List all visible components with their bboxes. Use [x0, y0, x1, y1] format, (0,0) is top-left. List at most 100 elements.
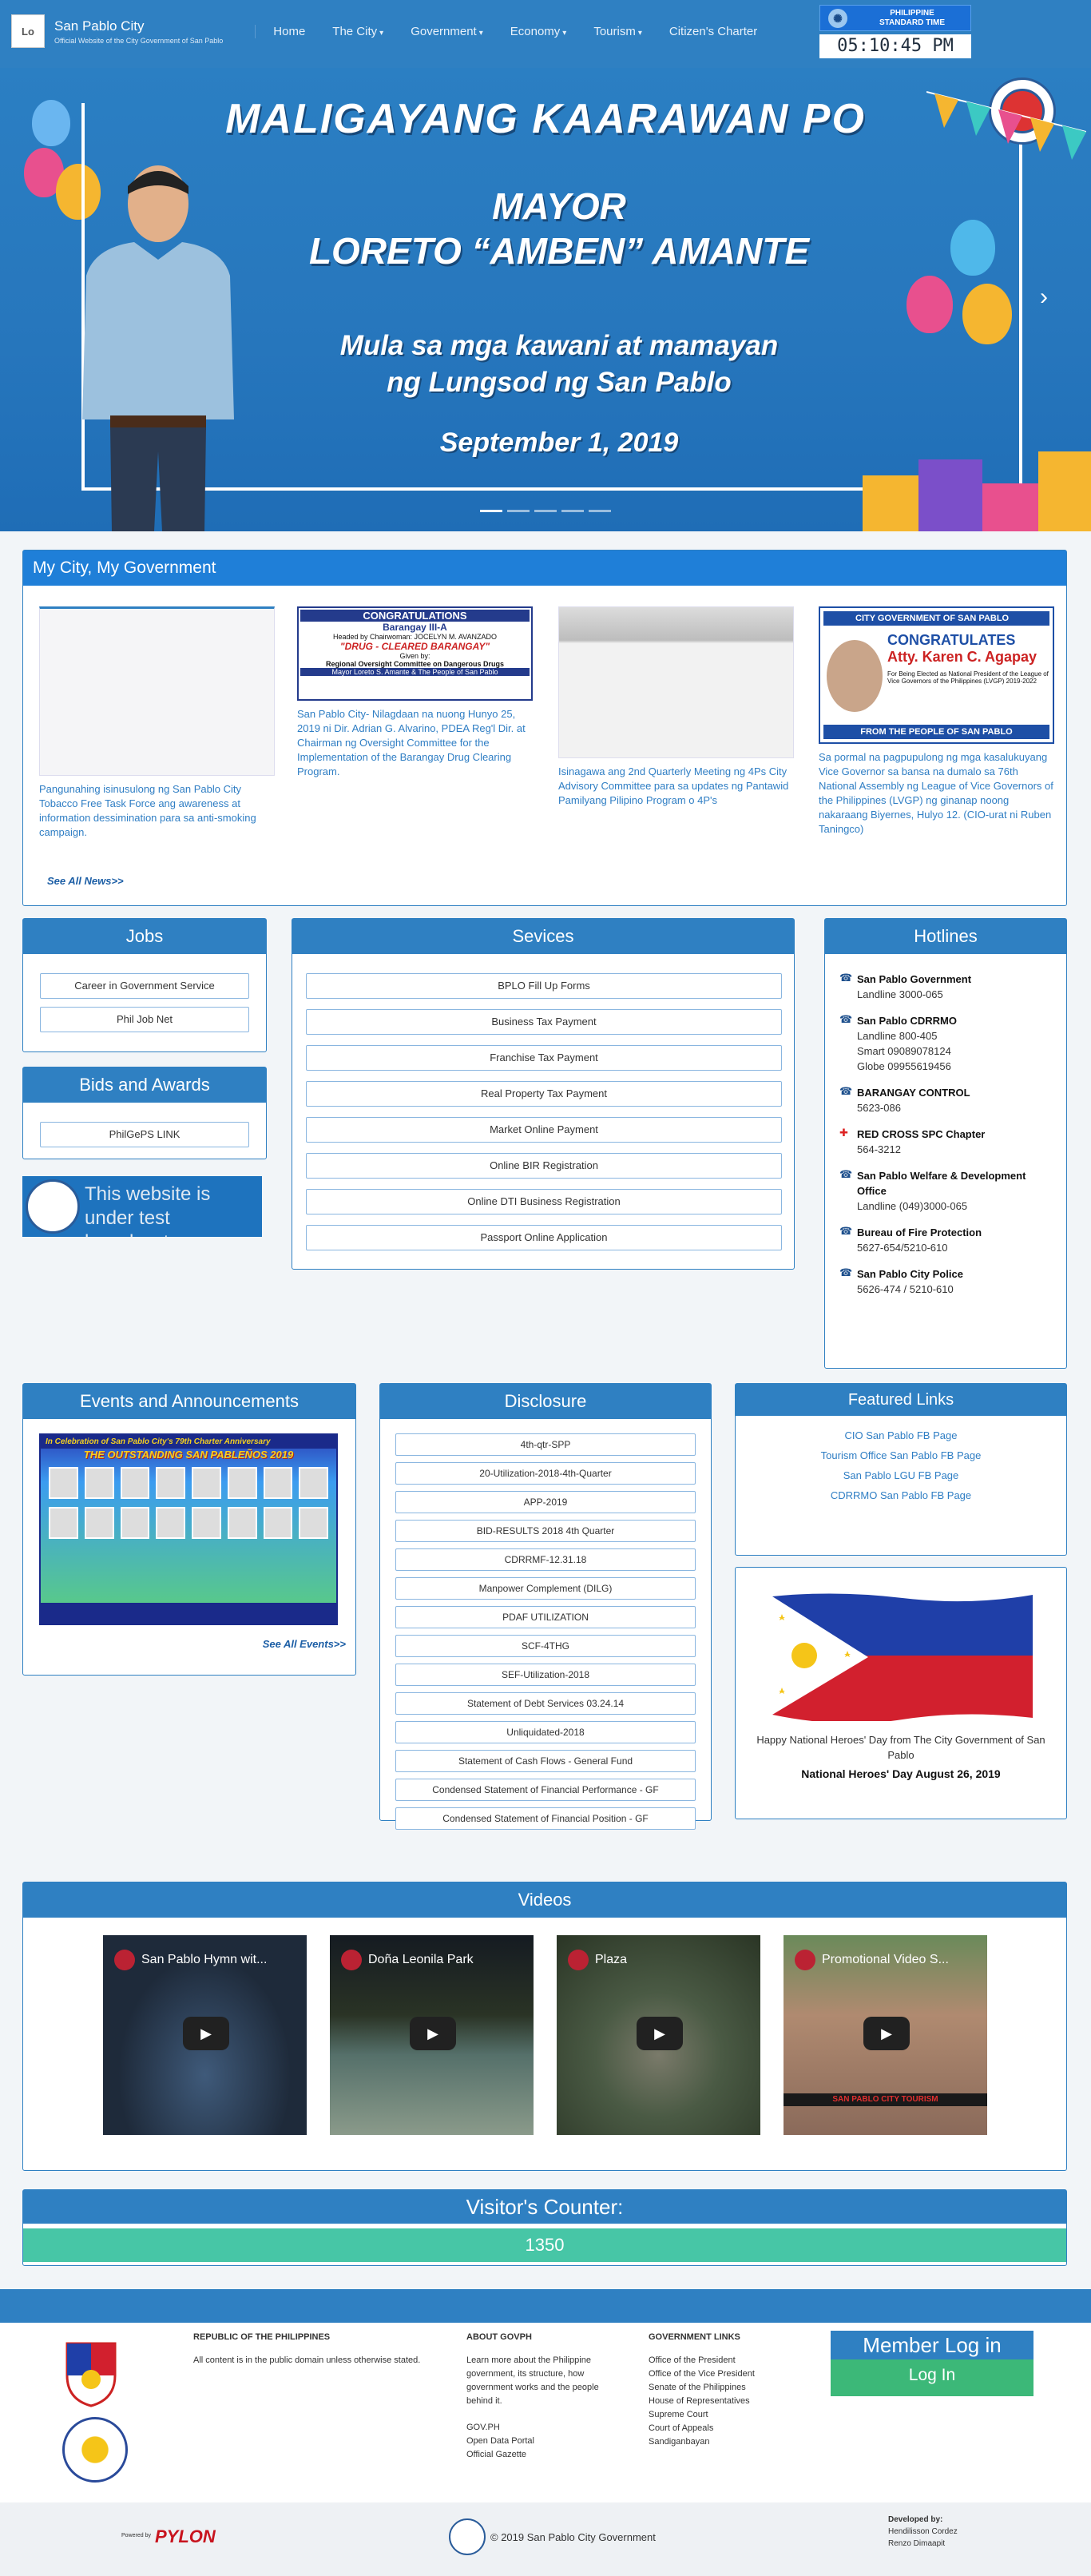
- see-all-news-link[interactable]: See All News>>: [47, 875, 124, 887]
- news-text[interactable]: Sa pormal na pagpupulong ng mga kasaluku…: [819, 750, 1054, 837]
- service-link[interactable]: Business Tax Payment: [306, 1009, 782, 1035]
- featured-link[interactable]: San Pablo LGU FB Page: [843, 1469, 959, 1481]
- news-image[interactable]: [39, 606, 275, 776]
- hotline-number[interactable]: Landline (049)3000-065: [857, 1200, 967, 1212]
- disclosure-link[interactable]: PDAF UTILIZATION: [395, 1606, 696, 1628]
- pst-badge[interactable]: ✺ PHILIPPINE STANDARD TIME: [819, 5, 971, 31]
- news-image[interactable]: CITY GOVERNMENT OF SAN PABLO CONGRATULAT…: [819, 606, 1054, 744]
- service-link[interactable]: Passport Online Application: [306, 1225, 782, 1250]
- featured-link[interactable]: Tourism Office San Pablo FB Page: [821, 1449, 982, 1461]
- pylon-logo[interactable]: PYLON: [155, 2526, 216, 2547]
- featured-link[interactable]: CIO San Pablo FB Page: [845, 1429, 958, 1441]
- disclosure-link[interactable]: 20-Utilization-2018-4th-Quarter: [395, 1462, 696, 1485]
- service-link[interactable]: Market Online Payment: [306, 1117, 782, 1143]
- footer-link[interactable]: Sandiganbayan: [649, 2437, 709, 2447]
- red-cross-icon: ✚: [839, 1127, 848, 1139]
- menu-economy[interactable]: Economy ▾: [510, 25, 567, 38]
- hero-carousel[interactable]: MALIGAYANG KAARAWAN PO MAYOR LORETO “AMBE…: [0, 68, 1091, 531]
- footer-link[interactable]: Open Data Portal: [466, 2436, 534, 2446]
- news-text[interactable]: Pangunahing isinusulong ng San Pablo Cit…: [39, 782, 275, 840]
- featured-link[interactable]: CDRRMO San Pablo FB Page: [831, 1489, 971, 1501]
- hotline-number[interactable]: Landline 800-405: [857, 1030, 937, 1042]
- carousel-dot[interactable]: [507, 510, 530, 512]
- disclosure-link[interactable]: Statement of Debt Services 03.24.14: [395, 1692, 696, 1715]
- philgeps-link[interactable]: PhilGePS LINK: [40, 1122, 249, 1147]
- hotline-number[interactable]: Landline 3000-065: [857, 988, 943, 1000]
- video-title-text: San Pablo Hymn wit...: [141, 1953, 268, 1966]
- footer-link[interactable]: Official Gazette: [466, 2450, 526, 2459]
- disclosure-link[interactable]: SCF-4THG: [395, 1635, 696, 1657]
- play-icon[interactable]: ▶: [863, 2017, 910, 2050]
- menu-home[interactable]: Home: [273, 25, 305, 38]
- carousel-dot[interactable]: [480, 510, 502, 512]
- video-title: Promotional Video S...: [795, 1950, 949, 1970]
- news-image[interactable]: [558, 606, 794, 758]
- footer-link[interactable]: Office of the Vice President: [649, 2369, 755, 2379]
- carousel-dot[interactable]: [589, 510, 611, 512]
- service-link[interactable]: Franchise Tax Payment: [306, 1045, 782, 1071]
- service-link[interactable]: Online DTI Business Registration: [306, 1189, 782, 1214]
- play-icon[interactable]: ▶: [410, 2017, 456, 2050]
- news-text[interactable]: San Pablo City- Nilagdaan na nuong Hunyo…: [297, 707, 533, 779]
- carousel-next-icon[interactable]: ›: [1040, 284, 1048, 311]
- footer-link[interactable]: Supreme Court: [649, 2410, 708, 2419]
- hotline-number[interactable]: Smart 09089078124: [857, 1045, 951, 1057]
- news-card[interactable]: Isinagawa ang 2nd Quarterly Meeting ng 4…: [558, 606, 794, 808]
- news-image[interactable]: CONGRATULATIONS Barangay III-A Headed by…: [297, 606, 533, 701]
- disclosure-link[interactable]: Condensed Statement of Financial Perform…: [395, 1779, 696, 1801]
- carousel-dot[interactable]: [561, 510, 584, 512]
- play-icon[interactable]: ▶: [183, 2017, 229, 2050]
- video-thumbnail[interactable]: San Pablo Hymn wit... ▶: [103, 1935, 307, 2135]
- events-poster-image[interactable]: In Celebration of San Pablo City's 79th …: [39, 1433, 338, 1625]
- disclosure-link[interactable]: SEF-Utilization-2018: [395, 1664, 696, 1686]
- disclosure-link[interactable]: Condensed Statement of Financial Positio…: [395, 1807, 696, 1830]
- honoree-photo: [263, 1507, 293, 1539]
- menu-tourism[interactable]: Tourism ▾: [593, 25, 642, 38]
- hotline-number[interactable]: Globe 09955619456: [857, 1060, 951, 1072]
- news-card[interactable]: CONGRATULATIONS Barangay III-A Headed by…: [297, 606, 533, 779]
- menu-the-city[interactable]: The City ▾: [332, 25, 383, 38]
- hotline-number[interactable]: 5626-474 / 5210-610: [857, 1283, 954, 1295]
- job-link[interactable]: Career in Government Service: [40, 973, 249, 999]
- footer-link[interactable]: Senate of the Philippines: [649, 2383, 746, 2392]
- hotline-number[interactable]: 5623-086: [857, 1102, 901, 1114]
- disclosure-link[interactable]: CDRRMF-12.31.18: [395, 1548, 696, 1571]
- play-icon[interactable]: ▶: [637, 2017, 683, 2050]
- footer-link[interactable]: GOV.PH: [466, 2423, 500, 2432]
- disclosure-link[interactable]: APP-2019: [395, 1491, 696, 1513]
- hotline-number[interactable]: 564-3212: [857, 1143, 901, 1155]
- footer-link[interactable]: House of Representatives: [649, 2396, 750, 2406]
- menu-citizens-charter[interactable]: Citizen's Charter: [669, 25, 757, 38]
- site-title[interactable]: San Pablo City: [54, 18, 223, 34]
- member-login-title: Member Log in: [863, 2333, 1002, 2357]
- news-card[interactable]: CITY GOVERNMENT OF SAN PABLO CONGRATULAT…: [819, 606, 1054, 837]
- service-link[interactable]: BPLO Fill Up Forms: [306, 973, 782, 999]
- carousel-dot[interactable]: [534, 510, 557, 512]
- hotline-number[interactable]: 5627-654/5210-610: [857, 1242, 948, 1254]
- jobs-title: Jobs: [23, 919, 266, 954]
- site-logo[interactable]: Lo: [11, 14, 45, 48]
- disclosure-link[interactable]: Statement of Cash Flows - General Fund: [395, 1750, 696, 1772]
- news-text[interactable]: Isinagawa ang 2nd Quarterly Meeting ng 4…: [558, 765, 794, 808]
- chevron-down-icon: ▾: [478, 29, 483, 38]
- login-button[interactable]: Log In: [831, 2359, 1033, 2396]
- disclosure-link[interactable]: 4th-qtr-SPP: [395, 1433, 696, 1456]
- video-thumbnail[interactable]: Doña Leonila Park ▶: [330, 1935, 534, 2135]
- footer-link[interactable]: Court of Appeals: [649, 2423, 713, 2433]
- service-link[interactable]: Online BIR Registration: [306, 1153, 782, 1179]
- disclosure-link[interactable]: BID-RESULTS 2018 4th Quarter: [395, 1520, 696, 1542]
- menu-government[interactable]: Government ▾: [411, 25, 483, 38]
- services-panel: Sevices BPLO Fill Up Forms Business Tax …: [292, 918, 795, 1270]
- see-all-events-link[interactable]: See All Events>>: [263, 1638, 346, 1650]
- disclosure-link[interactable]: Unliquidated-2018: [395, 1721, 696, 1743]
- job-link[interactable]: Phil Job Net: [40, 1007, 249, 1032]
- jobs-panel: Jobs Career in Government Service Phil J…: [22, 918, 267, 1052]
- site-brand[interactable]: San Pablo City Official Website of the C…: [54, 18, 223, 45]
- hotlines-panel: Hotlines ☎ San Pablo Government Landline 3…: [824, 918, 1067, 1369]
- footer-link[interactable]: Office of the President: [649, 2355, 736, 2365]
- service-link[interactable]: Real Property Tax Payment: [306, 1081, 782, 1107]
- video-thumbnail[interactable]: Plaza ▶: [557, 1935, 760, 2135]
- video-thumbnail[interactable]: Promotional Video S... ▶ SAN PABLO CITY …: [784, 1935, 987, 2135]
- news-card[interactable]: Pangunahing isinusulong ng San Pablo Cit…: [39, 606, 275, 840]
- disclosure-link[interactable]: Manpower Complement (DILG): [395, 1577, 696, 1600]
